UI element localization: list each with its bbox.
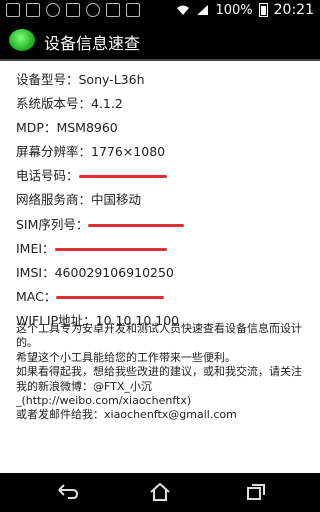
app-bar: 设备信息速查 xyxy=(0,22,320,59)
device-info-list: 设备型号：Sony-L36h 系统版本号：4.1.2 MDP：MSM8960 屏… xyxy=(16,68,316,333)
battery-icon xyxy=(258,3,268,17)
imei-redaction xyxy=(54,247,167,251)
signal-icon xyxy=(197,5,209,15)
app-icon xyxy=(9,29,35,51)
navigation-bar xyxy=(0,473,320,512)
info-imei-label: IMEI： xyxy=(16,240,55,256)
description-line: 这个工具专为安卓开发和测试人员快速查看设备信息而设计的。 xyxy=(16,322,302,350)
phone-redaction xyxy=(78,175,167,179)
status-time: 20:21 xyxy=(273,2,314,18)
description-line: 如果看得起我，想给我些改进的建议，或和我交流，请关注我的新浪微博：@FTX_小沉… xyxy=(16,365,302,408)
info-phone-label: 电话号码： xyxy=(16,168,79,184)
status-bar: 100% 20:21 xyxy=(0,0,320,22)
info-phone: 电话号码： xyxy=(16,164,316,188)
info-system-version: 系统版本号：4.1.2 xyxy=(16,96,123,112)
info-mac-label: MAC： xyxy=(16,288,57,304)
usb-debug-icon xyxy=(6,3,20,17)
appbar-divider xyxy=(0,59,320,61)
info-network: 网络服务商：中国移动 xyxy=(16,192,142,208)
circle-icon xyxy=(86,3,100,17)
info-imsi: IMSI：460029106910250 xyxy=(16,264,174,280)
mac-redaction xyxy=(56,295,165,299)
app-notification-icon xyxy=(66,3,80,17)
back-icon[interactable] xyxy=(56,481,80,503)
recent-apps-icon[interactable] xyxy=(244,481,268,503)
wifi-icon xyxy=(177,5,190,15)
sync-icon xyxy=(46,3,60,17)
battery-percent: 100% xyxy=(215,2,253,18)
notification-icon xyxy=(26,3,40,17)
sim-redaction xyxy=(88,223,185,227)
info-resolution: 屏幕分辨率：1776×1080 xyxy=(16,144,166,160)
home-icon[interactable] xyxy=(148,481,172,503)
description-line: 或者发邮件给我：xiaochenftx@gmail.com xyxy=(16,408,237,422)
description-line: 希望这个小工具能给您的工作带来一些便利。 xyxy=(16,350,236,364)
info-imei: IMEI： xyxy=(16,237,316,261)
app-title: 设备信息速查 xyxy=(44,34,141,53)
description: 这个工具专为安卓开发和测试人员快速查看设备信息而设计的。 希望这个小工具能给您的… xyxy=(16,322,312,423)
info-mdp: MDP：MSM8960 xyxy=(16,120,118,136)
info-model: 设备型号：Sony-L36h xyxy=(16,72,145,87)
info-sim: SIM序列号： xyxy=(16,213,316,237)
info-mac: MAC： xyxy=(16,285,316,309)
android-icon xyxy=(126,3,140,17)
info-sim-label: SIM序列号： xyxy=(16,216,89,232)
download-icon xyxy=(106,3,120,17)
